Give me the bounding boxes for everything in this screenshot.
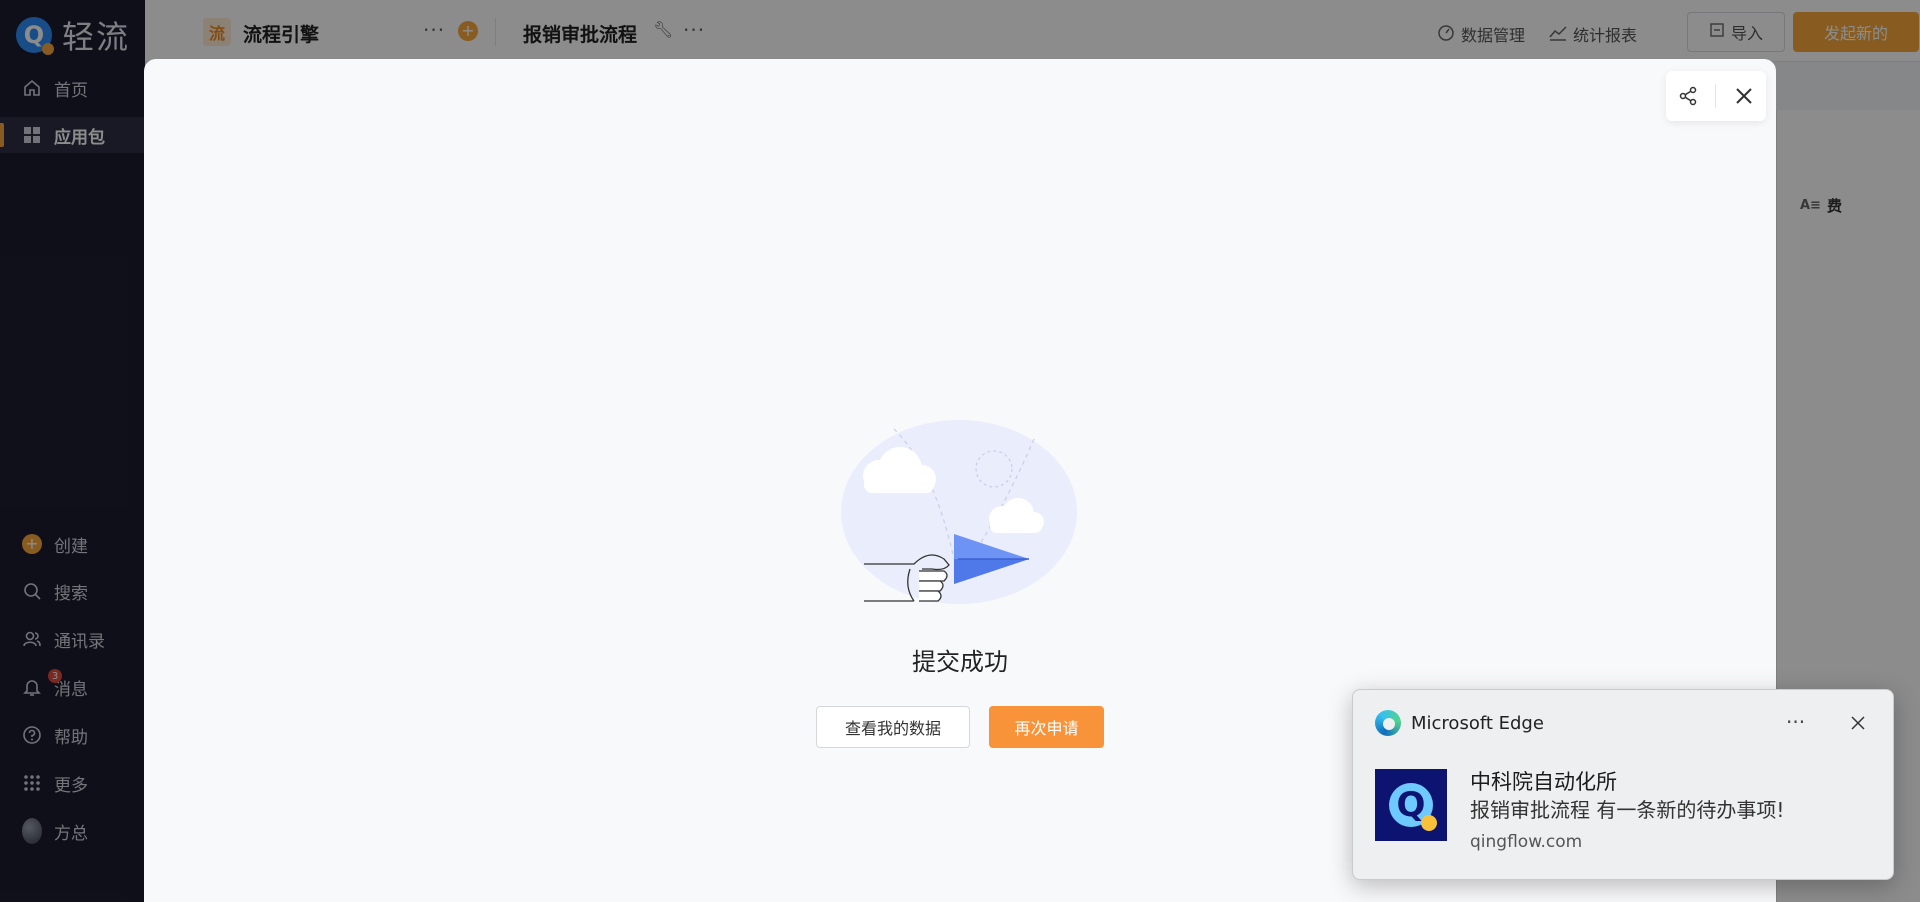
share-icon [1679, 86, 1697, 106]
toast-app-name: Microsoft Edge [1411, 712, 1544, 734]
toast-more-button[interactable]: ··· [1786, 710, 1805, 734]
modal-toolbar [1666, 71, 1766, 121]
view-my-data-button[interactable]: 查看我的数据 [816, 706, 970, 748]
success-title: 提交成功 [912, 648, 1008, 676]
toast-close-button[interactable] [1845, 710, 1871, 736]
toast-header: Microsoft Edge [1375, 710, 1544, 736]
edge-notification-toast[interactable]: Microsoft Edge ··· Q 中科院自动化所 报销审批流程 有一条新… [1352, 689, 1894, 880]
close-icon [1851, 716, 1865, 730]
close-icon [1736, 88, 1752, 104]
edge-browser-icon [1375, 710, 1401, 736]
paper-plane-illustration [841, 420, 1077, 604]
qingflow-logo-icon: Q [1389, 783, 1437, 831]
close-button[interactable] [1728, 80, 1760, 112]
toast-domain: qingflow.com [1470, 832, 1583, 852]
toast-title: 中科院自动化所 [1470, 770, 1617, 794]
apply-again-button[interactable]: 再次申请 [989, 706, 1104, 748]
share-button[interactable] [1672, 80, 1704, 112]
qingflow-app-icon: Q [1375, 769, 1447, 841]
toast-body: 报销审批流程 有一条新的待办事项! [1470, 798, 1785, 822]
toolbar-divider [1715, 84, 1717, 108]
